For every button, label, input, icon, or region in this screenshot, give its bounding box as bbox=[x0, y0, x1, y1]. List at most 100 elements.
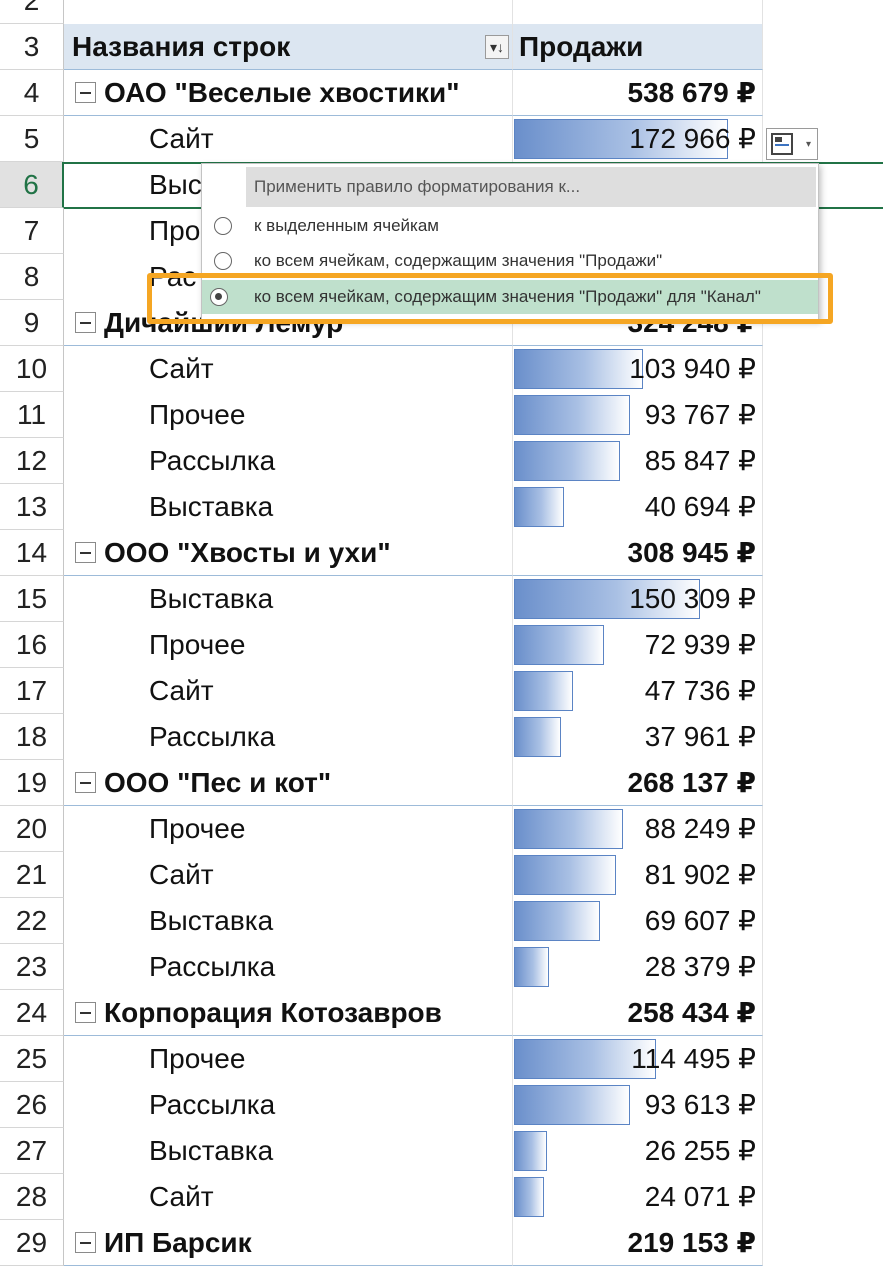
option-sales-by-channel[interactable]: ко всем ячейкам, содержащим значения "Пр… bbox=[202, 280, 818, 314]
sales-value-cell[interactable]: 24 071 ₽ bbox=[513, 1174, 763, 1220]
empty-cell[interactable] bbox=[763, 484, 883, 530]
row-number[interactable]: 19 bbox=[0, 760, 64, 806]
option-selected-cells[interactable]: к выделенным ячейкам bbox=[202, 209, 818, 243]
empty-cell[interactable] bbox=[763, 1128, 883, 1174]
item-label-cell[interactable]: Выставка bbox=[64, 576, 513, 622]
collapse-minus-icon[interactable] bbox=[75, 772, 96, 793]
row-number[interactable]: 14 bbox=[0, 530, 64, 576]
item-label-cell[interactable]: Выставка bbox=[64, 484, 513, 530]
item-label-cell[interactable]: Сайт bbox=[64, 668, 513, 714]
empty-cell[interactable] bbox=[763, 944, 883, 990]
empty-cell[interactable] bbox=[763, 990, 883, 1036]
group-label-cell[interactable]: ИП Барсик bbox=[64, 1220, 513, 1266]
group-label-cell[interactable]: Корпорация Котозавров bbox=[64, 990, 513, 1036]
row-number[interactable]: 16 bbox=[0, 622, 64, 668]
empty-cell[interactable] bbox=[763, 622, 883, 668]
item-label-cell[interactable]: Прочее bbox=[64, 1036, 513, 1082]
empty-cell[interactable] bbox=[763, 576, 883, 622]
collapse-minus-icon[interactable] bbox=[75, 1002, 96, 1023]
empty-cell[interactable] bbox=[763, 530, 883, 576]
radio-selected-icon[interactable] bbox=[210, 288, 228, 306]
item-label-cell[interactable]: Рассылка bbox=[64, 714, 513, 760]
sales-value-cell[interactable]: 538 679 ₽ bbox=[513, 70, 763, 116]
empty-cell[interactable] bbox=[763, 714, 883, 760]
empty-cell[interactable] bbox=[763, 70, 883, 116]
empty-cell[interactable] bbox=[763, 392, 883, 438]
group-label-cell[interactable]: ООО "Хвосты и ухи" bbox=[64, 530, 513, 576]
empty-cell[interactable] bbox=[763, 438, 883, 484]
row-number[interactable]: 23 bbox=[0, 944, 64, 990]
row-number[interactable]: 18 bbox=[0, 714, 64, 760]
values-header[interactable]: Продажи bbox=[513, 24, 763, 70]
row-number[interactable]: 27 bbox=[0, 1128, 64, 1174]
option-all-sales-cells[interactable]: ко всем ячейкам, содержащим значения "Пр… bbox=[202, 244, 818, 278]
cell[interactable] bbox=[64, 0, 513, 24]
sales-value-cell[interactable]: 258 434 ₽ bbox=[513, 990, 763, 1036]
row-number[interactable]: 25 bbox=[0, 1036, 64, 1082]
group-label-cell[interactable]: ОАО "Веселые хвостики" bbox=[64, 70, 513, 116]
empty-cell[interactable] bbox=[763, 668, 883, 714]
empty-cell[interactable] bbox=[763, 1036, 883, 1082]
sales-value-cell[interactable]: 40 694 ₽ bbox=[513, 484, 763, 530]
sales-value-cell[interactable]: 114 495 ₽ bbox=[513, 1036, 763, 1082]
row-number[interactable]: 11 bbox=[0, 392, 64, 438]
collapse-minus-icon[interactable] bbox=[75, 1232, 96, 1253]
sales-value-cell[interactable]: 37 961 ₽ bbox=[513, 714, 763, 760]
sales-value-cell[interactable]: 26 255 ₽ bbox=[513, 1128, 763, 1174]
item-label-cell[interactable]: Сайт bbox=[64, 1174, 513, 1220]
item-label-cell[interactable]: Сайт bbox=[64, 346, 513, 392]
sales-value-cell[interactable]: 28 379 ₽ bbox=[513, 944, 763, 990]
group-label-cell[interactable]: ООО "Пес и кот" bbox=[64, 760, 513, 806]
row-number[interactable]: 22 bbox=[0, 898, 64, 944]
filter-dropdown-icon[interactable]: ▾↓ bbox=[485, 35, 509, 59]
row-labels-header[interactable]: Названия строк ▾↓ bbox=[64, 24, 513, 70]
sales-value-cell[interactable]: 93 767 ₽ bbox=[513, 392, 763, 438]
row-number[interactable]: 24 bbox=[0, 990, 64, 1036]
row-number[interactable]: 9 bbox=[0, 300, 64, 346]
row-number[interactable]: 17 bbox=[0, 668, 64, 714]
radio-icon[interactable] bbox=[214, 217, 232, 235]
empty-cell[interactable] bbox=[763, 1174, 883, 1220]
row-number[interactable]: 6 bbox=[0, 162, 64, 208]
row-number[interactable]: 26 bbox=[0, 1082, 64, 1128]
sales-value-cell[interactable]: 150 309 ₽ bbox=[513, 576, 763, 622]
item-label-cell[interactable]: Сайт bbox=[64, 116, 513, 162]
empty-cell[interactable] bbox=[763, 1082, 883, 1128]
row-number[interactable]: 10 bbox=[0, 346, 64, 392]
item-label-cell[interactable]: Выставка bbox=[64, 898, 513, 944]
row-number[interactable]: 15 bbox=[0, 576, 64, 622]
empty-cell[interactable] bbox=[763, 852, 883, 898]
collapse-minus-icon[interactable] bbox=[75, 82, 96, 103]
sales-value-cell[interactable]: 85 847 ₽ bbox=[513, 438, 763, 484]
sales-value-cell[interactable]: 69 607 ₽ bbox=[513, 898, 763, 944]
item-label-cell[interactable]: Выставка bbox=[64, 1128, 513, 1174]
collapse-minus-icon[interactable] bbox=[75, 542, 96, 563]
row-number[interactable]: 29 bbox=[0, 1220, 64, 1266]
row-number[interactable]: 7 bbox=[0, 208, 64, 254]
item-label-cell[interactable]: Прочее bbox=[64, 392, 513, 438]
row-number[interactable]: 20 bbox=[0, 806, 64, 852]
row-number[interactable]: 4 bbox=[0, 70, 64, 116]
item-label-cell[interactable]: Рассылка bbox=[64, 944, 513, 990]
empty-cell[interactable] bbox=[763, 806, 883, 852]
empty-cell[interactable] bbox=[763, 346, 883, 392]
item-label-cell[interactable]: Рассылка bbox=[64, 1082, 513, 1128]
row-number[interactable]: 2 bbox=[0, 0, 64, 24]
radio-icon[interactable] bbox=[214, 252, 232, 270]
item-label-cell[interactable]: Рассылка bbox=[64, 438, 513, 484]
sales-value-cell[interactable]: 72 939 ₽ bbox=[513, 622, 763, 668]
collapse-minus-icon[interactable] bbox=[75, 312, 96, 333]
sales-value-cell[interactable]: 219 153 ₽ bbox=[513, 1220, 763, 1266]
row-number[interactable]: 21 bbox=[0, 852, 64, 898]
empty-cell[interactable] bbox=[763, 898, 883, 944]
row-number[interactable]: 8 bbox=[0, 254, 64, 300]
row-number[interactable]: 13 bbox=[0, 484, 64, 530]
sales-value-cell[interactable]: 93 613 ₽ bbox=[513, 1082, 763, 1128]
sales-value-cell[interactable]: 81 902 ₽ bbox=[513, 852, 763, 898]
row-number[interactable]: 12 bbox=[0, 438, 64, 484]
empty-cell[interactable] bbox=[763, 760, 883, 806]
row-number[interactable]: 28 bbox=[0, 1174, 64, 1220]
item-label-cell[interactable]: Сайт bbox=[64, 852, 513, 898]
sales-value-cell[interactable]: 88 249 ₽ bbox=[513, 806, 763, 852]
item-label-cell[interactable]: Прочее bbox=[64, 806, 513, 852]
